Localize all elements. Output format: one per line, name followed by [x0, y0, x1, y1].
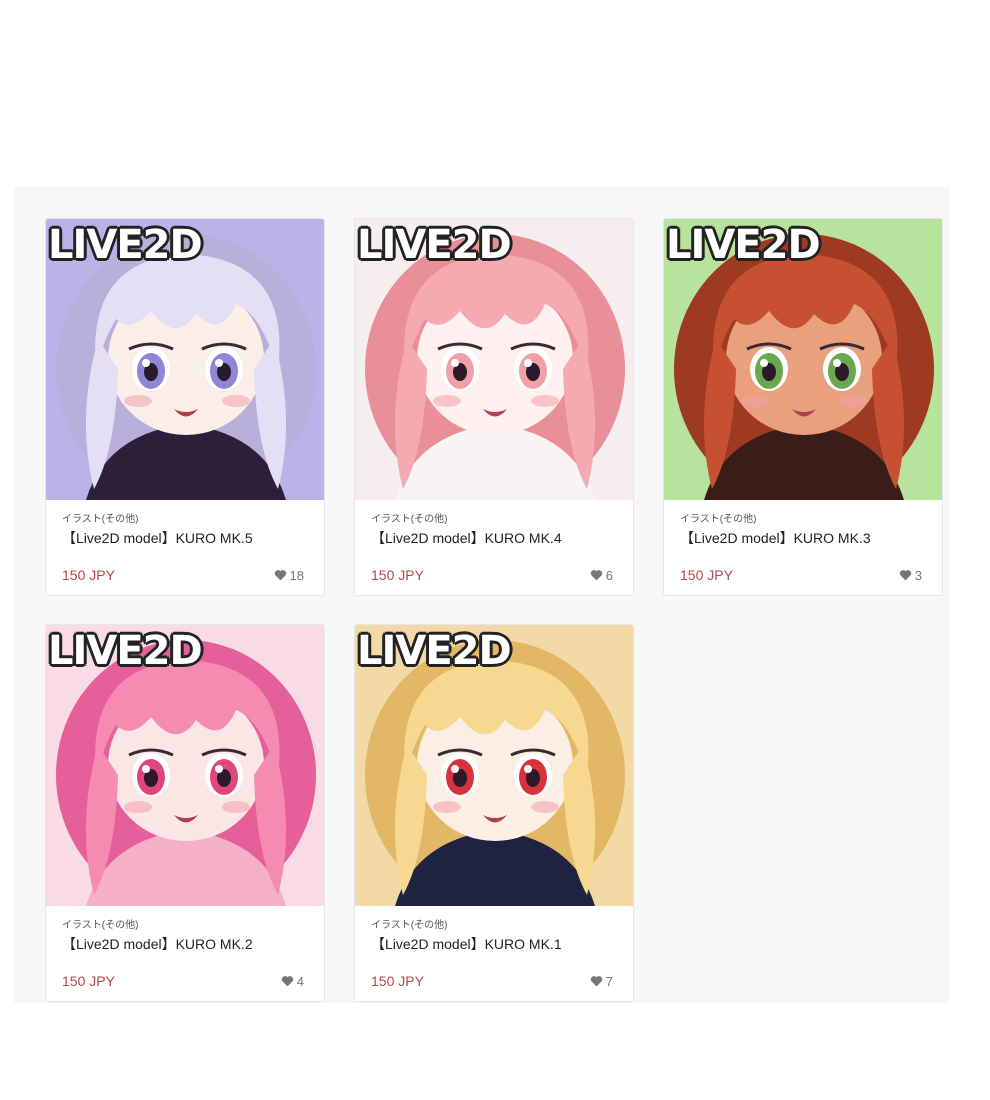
product-grid: LIVE2D イラスト(その他) 【Live2D model】KURO MK.5… — [14, 187, 949, 1003]
product-category[interactable]: イラスト(その他) — [371, 916, 617, 931]
product-card[interactable]: LIVE2D イラスト(その他) 【Live2D model】KURO MK.3… — [663, 218, 943, 596]
like-count: 6 — [605, 567, 613, 583]
product-price: 150 JPY — [680, 567, 733, 583]
heart-icon — [590, 976, 602, 987]
live2d-banner: LIVE2D — [48, 628, 203, 674]
product-card[interactable]: LIVE2D イラスト(その他) 【Live2D model】KURO MK.2… — [45, 624, 325, 1002]
product-category[interactable]: イラスト(その他) — [680, 510, 926, 525]
product-thumbnail[interactable]: LIVE2D — [46, 625, 324, 906]
like-count: 3 — [914, 567, 922, 583]
product-price: 150 JPY — [62, 973, 115, 989]
product-category[interactable]: イラスト(その他) — [62, 510, 308, 525]
product-price: 150 JPY — [371, 973, 424, 989]
like-counter[interactable]: 6 — [590, 568, 613, 583]
product-category[interactable]: イラスト(その他) — [62, 916, 308, 931]
like-count: 4 — [296, 973, 304, 989]
like-counter[interactable]: 18 — [274, 568, 304, 583]
heart-icon — [590, 570, 602, 581]
product-thumbnail[interactable]: LIVE2D — [664, 219, 942, 500]
product-card[interactable]: LIVE2D イラスト(その他) 【Live2D model】KURO MK.1… — [354, 624, 634, 1002]
live2d-banner: LIVE2D — [357, 628, 512, 674]
like-count: 18 — [289, 567, 304, 583]
product-title[interactable]: 【Live2D model】KURO MK.2 — [62, 934, 308, 954]
product-card[interactable]: LIVE2D イラスト(その他) 【Live2D model】KURO MK.4… — [354, 218, 634, 596]
heart-icon — [274, 570, 286, 581]
product-price: 150 JPY — [371, 567, 424, 583]
live2d-banner: LIVE2D — [357, 222, 512, 268]
live2d-banner: LIVE2D — [666, 222, 821, 268]
product-price: 150 JPY — [62, 567, 115, 583]
heart-icon — [281, 976, 293, 987]
live2d-banner: LIVE2D — [48, 222, 203, 268]
like-counter[interactable]: 7 — [590, 974, 613, 989]
heart-icon — [899, 570, 911, 581]
product-title[interactable]: 【Live2D model】KURO MK.1 — [371, 934, 617, 954]
product-thumbnail[interactable]: LIVE2D — [46, 219, 324, 500]
product-thumbnail[interactable]: LIVE2D — [355, 625, 633, 906]
product-title[interactable]: 【Live2D model】KURO MK.3 — [680, 528, 926, 548]
product-thumbnail[interactable]: LIVE2D — [355, 219, 633, 500]
like-count: 7 — [605, 973, 613, 989]
product-card[interactable]: LIVE2D イラスト(その他) 【Live2D model】KURO MK.5… — [45, 218, 325, 596]
like-counter[interactable]: 3 — [899, 568, 922, 583]
product-title[interactable]: 【Live2D model】KURO MK.4 — [371, 528, 617, 548]
product-title[interactable]: 【Live2D model】KURO MK.5 — [62, 528, 308, 548]
like-counter[interactable]: 4 — [281, 974, 304, 989]
product-category[interactable]: イラスト(その他) — [371, 510, 617, 525]
